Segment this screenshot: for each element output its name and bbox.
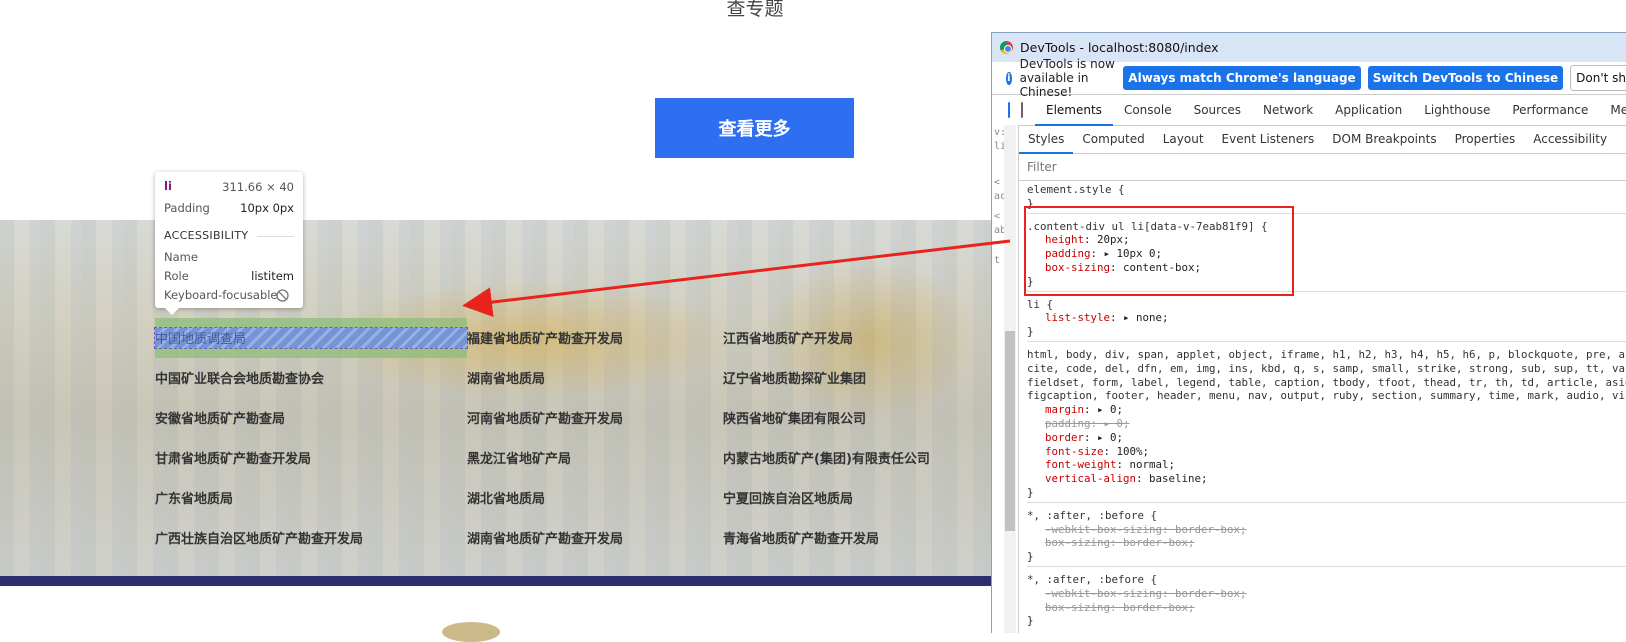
- annotation-arrow: [462, 239, 1011, 318]
- annotation-arrow-layer: [462, 239, 1011, 318]
